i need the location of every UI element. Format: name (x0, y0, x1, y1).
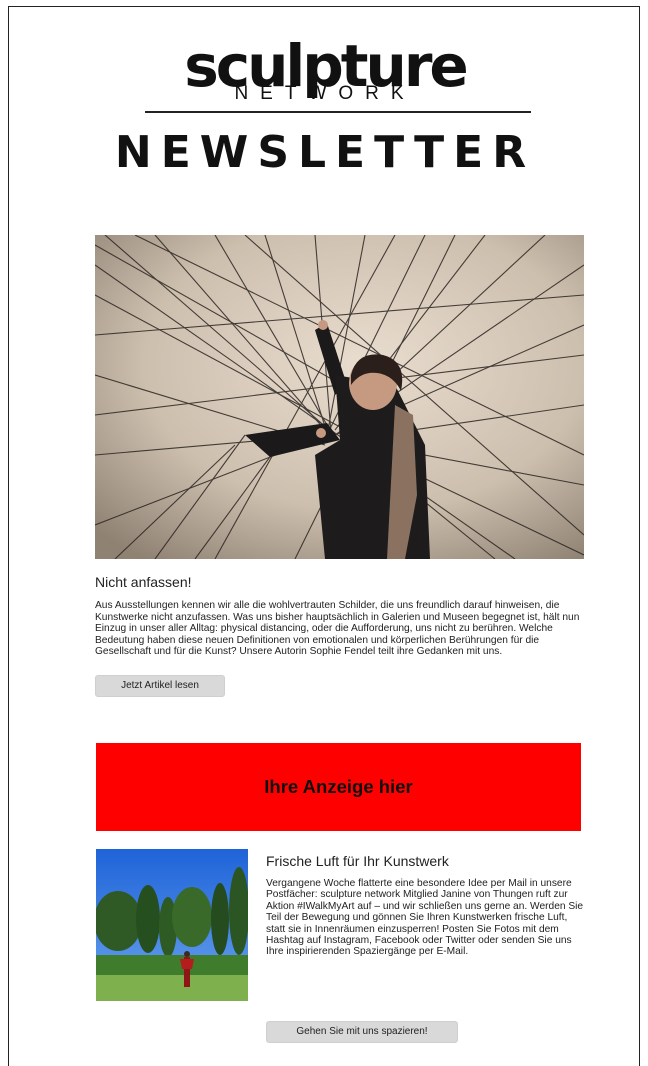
logo-network-text: NETWORK (234, 83, 416, 104)
second-article-body: Vergangene Woche flatterte eine besonder… (266, 878, 584, 958)
newsletter-frame: sculpture NETWORK NEWSLETTER Nicht anfas… (8, 6, 640, 1066)
sculpture-photo-icon[interactable] (95, 235, 584, 559)
logo-divider (145, 111, 531, 113)
garden-photo-icon[interactable] (96, 849, 248, 1001)
walk-with-us-button[interactable]: Gehen Sie mit uns spazieren! (266, 1021, 458, 1043)
read-article-button[interactable]: Jetzt Artikel lesen (95, 675, 225, 697)
article-title[interactable]: Nicht anfassen! (95, 573, 192, 591)
article-body: Aus Ausstellungen kennen wir alle die wo… (95, 600, 580, 657)
newsletter-title: NEWSLETTER (114, 127, 536, 178)
ad-banner[interactable]: Ihre Anzeige hier (96, 743, 581, 831)
second-article-title[interactable]: Frische Luft für Ihr Kunstwerk (266, 852, 449, 870)
